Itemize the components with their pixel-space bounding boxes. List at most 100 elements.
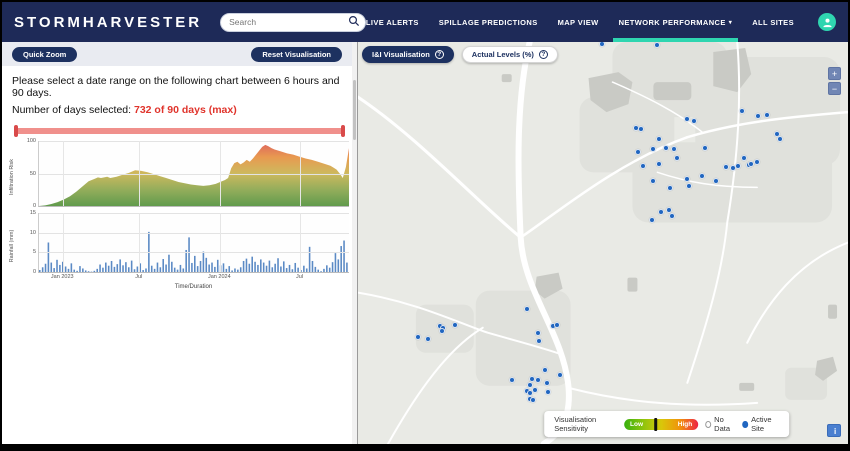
active-site-marker[interactable] — [764, 112, 770, 118]
map-legend: Visualisation Sensitivity Low High No Da… — [544, 411, 789, 437]
active-site-dot-icon — [743, 421, 749, 428]
nav-spillage-predictions[interactable]: SPILLAGE PREDICTIONS — [439, 2, 538, 42]
x-axis-title: Time/Duration — [38, 284, 349, 290]
date-range-instruction: Please select a date range on the follow… — [12, 75, 347, 99]
help-icon[interactable]: ? — [539, 50, 548, 59]
slider-handle-right[interactable] — [341, 125, 345, 137]
sensitivity-gradient-slider[interactable]: Low High — [624, 419, 698, 430]
y-tick-label: 10 — [23, 230, 36, 236]
active-site-marker[interactable] — [640, 163, 646, 169]
panel-toolbar: Quick Zoom Reset Visualisation — [2, 42, 352, 66]
active-site-marker[interactable] — [669, 213, 675, 219]
user-avatar[interactable] — [818, 13, 836, 31]
active-site-marker[interactable] — [524, 306, 530, 312]
zoom-in-button[interactable]: + — [828, 67, 841, 80]
zoom-out-button[interactable]: − — [828, 82, 841, 95]
gridline — [39, 213, 349, 214]
active-site-marker[interactable] — [542, 367, 548, 373]
active-site-marker[interactable] — [545, 389, 551, 395]
map-view[interactable]: I&I Visualisation ? Actual Levels (%) ? … — [358, 42, 848, 444]
panel-scrollbar[interactable] — [352, 42, 357, 444]
active-site-marker[interactable] — [667, 185, 673, 191]
active-site-marker[interactable] — [535, 377, 541, 383]
active-site-marker[interactable] — [599, 42, 605, 47]
sensitivity-handle[interactable] — [654, 418, 657, 431]
date-range-slider[interactable] — [14, 125, 345, 137]
land-patch — [815, 357, 837, 381]
slider-handle-left[interactable] — [14, 125, 18, 137]
brush-charts[interactable]: Infiltration Risk 100500 Rainfall (mm) — [10, 141, 349, 290]
land-patch — [627, 278, 637, 292]
nav-map-view[interactable]: MAP VIEW — [558, 2, 599, 42]
gridline — [139, 213, 140, 272]
active-site-marker[interactable] — [509, 377, 515, 383]
active-site-marker[interactable] — [741, 155, 747, 161]
active-site-marker[interactable] — [674, 155, 680, 161]
y-tick-label: 15 — [23, 210, 36, 216]
app-logo: STORMHARVESTER — [14, 14, 202, 31]
active-site-marker[interactable] — [691, 118, 697, 124]
gridline — [139, 141, 140, 206]
gridline — [39, 174, 349, 175]
infiltration-risk-chart[interactable]: 100500 — [38, 141, 349, 207]
gridline — [39, 252, 349, 253]
land-patch — [502, 74, 512, 82]
active-site-marker[interactable] — [671, 146, 677, 152]
search-input[interactable] — [220, 13, 366, 32]
ii-visualisation-button[interactable]: I&I Visualisation ? — [362, 46, 454, 63]
active-site-marker[interactable] — [415, 334, 421, 340]
y-tick-label: 50 — [23, 171, 36, 177]
rainfall-bar-chart[interactable]: 151050 — [38, 213, 349, 273]
chevron-down-icon: ▾ — [729, 19, 732, 26]
slider-track[interactable] — [14, 128, 345, 134]
gridline — [39, 233, 349, 234]
active-site-marker[interactable] — [649, 217, 655, 223]
nav-live-alerts[interactable]: LIVE ALERTS — [366, 2, 419, 42]
date-range-panel: Quick Zoom Reset Visualisation Please se… — [2, 42, 358, 444]
main-nav: LIVE ALERTS SPILLAGE PREDICTIONS MAP VIE… — [366, 2, 836, 42]
legend-label: Visualisation Sensitivity — [554, 415, 617, 433]
gridline — [300, 141, 301, 206]
nav-all-sites[interactable]: ALL SITES — [752, 2, 794, 42]
search-icon — [348, 15, 360, 27]
active-site-marker[interactable] — [536, 338, 542, 344]
days-selected-label: Number of days selected: — [12, 104, 134, 116]
y-tick-label: 0 — [23, 269, 36, 275]
map-layer-buttons: I&I Visualisation ? Actual Levels (%) ? — [362, 46, 558, 63]
x-tick-label: Jul — [296, 274, 303, 280]
days-selected-value: 732 of 90 days (max) — [134, 104, 237, 116]
legend-high-label: High — [678, 421, 692, 428]
x-tick-label: Jul — [135, 274, 142, 280]
scrollbar-thumb[interactable] — [353, 80, 356, 140]
active-site-marker[interactable] — [544, 380, 550, 386]
land-patch — [828, 305, 837, 319]
y-tick-label: 100 — [23, 138, 36, 144]
map-info-button[interactable]: i — [827, 424, 841, 437]
active-site-marker[interactable] — [663, 145, 669, 151]
road — [747, 242, 848, 342]
active-site-marker[interactable] — [748, 161, 754, 167]
search-box[interactable] — [220, 12, 366, 32]
active-site-marker[interactable] — [713, 178, 719, 184]
legend-no-data: No Data — [705, 415, 735, 433]
reset-visualisation-button[interactable]: Reset Visualisation — [251, 47, 342, 62]
active-site-marker[interactable] — [635, 149, 641, 155]
bar-y-axis-label: Rainfall (mm) — [9, 216, 15, 276]
road — [358, 97, 521, 237]
y-tick-label: 0 — [23, 203, 36, 209]
quick-zoom-button[interactable]: Quick Zoom — [12, 47, 77, 62]
nav-network-performance[interactable]: NETWORK PERFORMANCE ▾ — [619, 2, 733, 42]
actual-levels-button[interactable]: Actual Levels (%) ? — [462, 46, 558, 63]
person-icon — [822, 17, 833, 28]
gridline — [300, 213, 301, 272]
land-patch — [653, 82, 691, 100]
active-site-marker[interactable] — [739, 108, 745, 114]
map-base-layer — [358, 42, 848, 444]
area-y-axis-label: Infiltration Risk — [9, 147, 15, 207]
gridline — [63, 213, 64, 272]
help-icon[interactable]: ? — [435, 50, 444, 59]
active-site-marker[interactable] — [686, 183, 692, 189]
legend-active-site: Active Site — [743, 415, 780, 433]
x-tick-label: Jan 2023 — [51, 274, 74, 280]
land-patch — [739, 383, 754, 391]
